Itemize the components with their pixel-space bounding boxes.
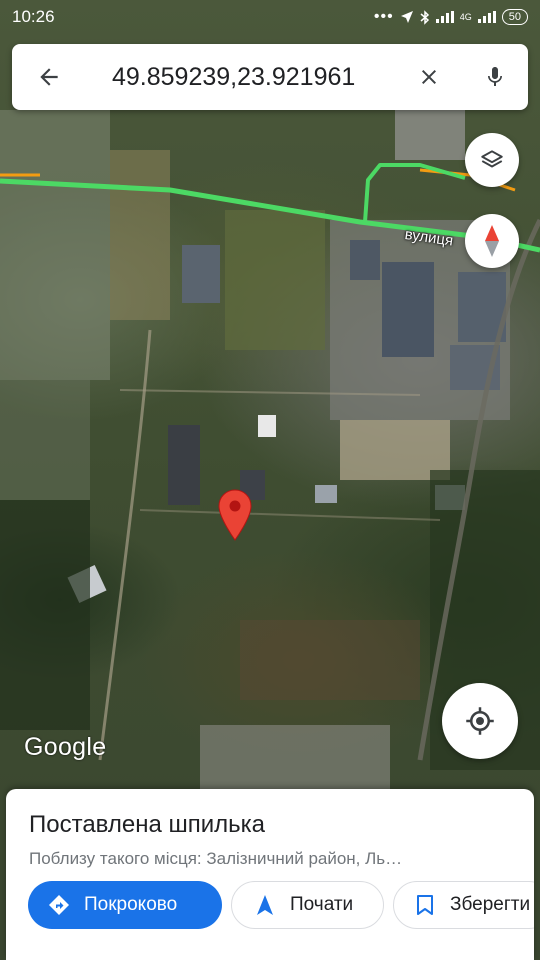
- my-location-icon: [466, 707, 494, 735]
- network-type: 4G: [459, 12, 472, 22]
- start-navigation-button[interactable]: Почати: [231, 881, 384, 929]
- google-logo: Google: [24, 733, 107, 761]
- dropped-pin-marker[interactable]: [218, 489, 252, 546]
- signal-strength-icon: [435, 11, 454, 23]
- save-place-button[interactable]: Зберегти: [393, 881, 534, 929]
- battery-indicator: 50: [501, 9, 528, 25]
- signal-strength-2-icon: [477, 11, 496, 23]
- bookmark-icon: [412, 892, 438, 918]
- save-label: Зберегти: [450, 894, 531, 915]
- clear-search-button[interactable]: [396, 44, 462, 110]
- microphone-icon: [488, 67, 502, 86]
- voice-search-button[interactable]: [462, 44, 528, 110]
- my-location-button[interactable]: [442, 683, 518, 759]
- more-notifications-icon: •••: [373, 8, 394, 25]
- map-layers-button[interactable]: [465, 133, 519, 187]
- navigation-arrow-icon: [252, 892, 278, 918]
- bluetooth-icon: [420, 9, 429, 25]
- arrow-back-icon: [40, 68, 58, 86]
- place-subtitle: Поблизу такого місця: Залізничний район,…: [29, 849, 403, 868]
- location-arrow-icon: [400, 11, 413, 23]
- status-icons: ••• 4G 50: [374, 8, 528, 26]
- directions-icon: [46, 892, 72, 918]
- search-bar[interactable]: 49.859239,23.921961: [12, 44, 528, 110]
- compass-icon: [485, 225, 499, 257]
- status-time: 10:26: [12, 7, 55, 26]
- start-label: Почати: [290, 894, 354, 915]
- directions-button[interactable]: Покроково: [28, 881, 222, 929]
- status-bar: 10:26 ••• 4G 50: [0, 0, 540, 34]
- compass-button[interactable]: [465, 214, 519, 268]
- close-icon: [422, 70, 436, 84]
- map-pin-icon: [218, 489, 252, 541]
- place-title: Поставлена шпилька: [29, 811, 266, 838]
- back-button[interactable]: [12, 44, 86, 110]
- search-query[interactable]: 49.859239,23.921961: [86, 63, 396, 92]
- layers-icon: [481, 150, 503, 168]
- place-details-sheet[interactable]: Поставлена шпилька Поблизу такого місця:…: [6, 789, 534, 960]
- directions-label: Покроково: [84, 894, 178, 915]
